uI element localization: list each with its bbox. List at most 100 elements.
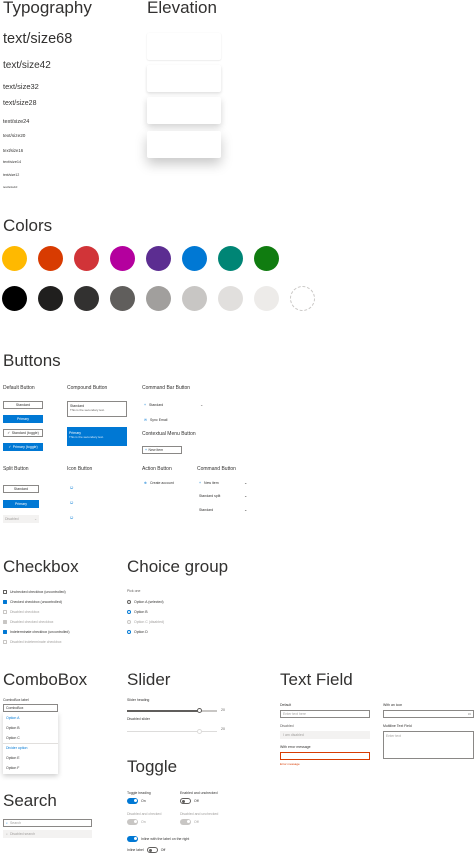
command-bar-item-standard[interactable]: + Standard: [144, 403, 163, 407]
chevron-down-icon[interactable]: ⌄: [244, 480, 247, 485]
chevron-down-icon[interactable]: ⌄: [244, 507, 247, 512]
command-button-split[interactable]: Standard split: [199, 494, 220, 498]
radio-button[interactable]: [127, 630, 131, 634]
contextual-menu-button-title: Contextual Menu Button: [142, 431, 196, 437]
command-button-label: New item: [204, 481, 219, 485]
slider-value: 20: [221, 727, 225, 731]
elevation-card: [147, 97, 221, 124]
checkbox-box[interactable]: [3, 630, 7, 634]
choice-option-label: Option B: [134, 610, 148, 614]
emoji-icon[interactable]: ☺: [69, 485, 74, 491]
search-input[interactable]: Search: [10, 821, 21, 825]
color-swatch: [290, 286, 315, 311]
icon-text-field[interactable]: ▭: [383, 710, 474, 718]
choice-option[interactable]: Option A (selected): [127, 600, 164, 604]
search-box[interactable]: ⌕ Search: [3, 819, 92, 827]
radio-button[interactable]: [127, 600, 131, 604]
toggle-switch[interactable]: [180, 798, 191, 804]
split-primary-button[interactable]: Primary: [3, 500, 39, 508]
toggle-row[interactable]: Inline label Off: [127, 847, 165, 853]
primary-button[interactable]: Primary: [3, 415, 43, 423]
error-text-field[interactable]: [280, 752, 370, 760]
standard-button[interactable]: Standard: [3, 401, 43, 409]
standard-toggle-label: Standard (toggle): [11, 431, 39, 435]
checkbox-box[interactable]: [3, 590, 7, 594]
combobox-option[interactable]: Option C: [6, 736, 20, 740]
toggle-label: Disabled and unchecked: [180, 812, 219, 816]
typography-sample: text/size14: [3, 160, 22, 164]
multiline-text-field[interactable]: Enter text: [383, 731, 474, 759]
combobox-option[interactable]: Option A: [6, 716, 19, 720]
contextual-menu-button[interactable]: + New item: [142, 446, 182, 454]
toggle-knob: [133, 820, 137, 824]
toggle-switch[interactable]: [146, 847, 158, 853]
split-disabled-button: Disabled ⌄: [3, 515, 39, 523]
emoji-icon[interactable]: ☺: [69, 500, 74, 506]
multiline-field-label: Multiline Text Field: [383, 724, 412, 728]
typography-sample: text/size16: [3, 148, 24, 153]
typography-sample: text/size20: [3, 133, 26, 138]
toggle-row[interactable]: On: [127, 798, 146, 804]
compound-primary-button[interactable]: Primary This is the secondary text.: [67, 427, 127, 446]
choice-option[interactable]: Option B: [127, 610, 148, 614]
toggle-row[interactable]: Off: [180, 798, 199, 804]
add-icon: +: [144, 403, 147, 407]
checkbox-box[interactable]: [3, 600, 7, 604]
emoji-icon[interactable]: ☺: [69, 515, 74, 521]
color-swatch: [182, 246, 207, 271]
color-swatch: [74, 246, 99, 271]
checkbox-heading: Checkbox: [3, 557, 79, 576]
combobox-option[interactable]: Option B: [6, 726, 20, 730]
toggle-row[interactable]: Inline with the label on the right: [127, 836, 189, 842]
icon-field-label: With an icon: [383, 703, 403, 707]
combobox-option[interactable]: Option F: [6, 766, 19, 770]
toggle-knob: [133, 799, 137, 803]
command-bar-button-title: Command Bar Button: [142, 385, 191, 391]
toggle-inline-label: Inline label: [127, 847, 144, 852]
compound-standard-button[interactable]: Standard This is the secondary text.: [67, 401, 127, 417]
primary-toggle-button[interactable]: ✓ Primary (toggle): [3, 443, 43, 451]
toggle-switch: [127, 819, 138, 825]
radio-button[interactable]: [127, 610, 131, 614]
slider-track[interactable]: [127, 708, 217, 714]
slider-thumb[interactable]: [196, 708, 202, 714]
combobox-label: ComboBox label: [3, 698, 29, 702]
toggle-knob: [133, 837, 137, 841]
checkbox-box: [3, 620, 7, 624]
toggle-switch[interactable]: [127, 836, 138, 842]
buttons-heading: Buttons: [3, 351, 61, 370]
compound-button-title: Compound Button: [67, 385, 108, 391]
toggle-state-text: On: [141, 798, 146, 803]
checkbox-box: [3, 640, 7, 644]
error-field-label: With error message: [280, 745, 311, 749]
standard-toggle-button[interactable]: ✓ Standard (toggle): [3, 429, 43, 437]
split-standard-button[interactable]: Standard: [3, 485, 39, 493]
combobox-input[interactable]: ComboBox: [3, 704, 58, 712]
command-button-new[interactable]: + New item: [199, 481, 219, 485]
contextual-menu-label: New item: [148, 448, 164, 452]
chevron-down-icon[interactable]: ⌄: [200, 402, 203, 407]
choice-option: Option C (disabled): [127, 620, 164, 624]
toggle-switch[interactable]: [127, 798, 138, 804]
split-button-title: Split Button: [3, 466, 29, 472]
checkbox-item[interactable]: Indeterminate checkbox (uncontrolled): [3, 630, 70, 634]
chevron-down-icon[interactable]: ⌄: [244, 493, 247, 498]
elevation-card: [147, 65, 221, 92]
search-heading: Search: [3, 791, 57, 810]
color-swatch: [218, 246, 243, 271]
disabled-search-input: Disabled search: [9, 832, 36, 836]
choice-option[interactable]: Option D: [127, 630, 148, 634]
typography-sample: text/size42: [3, 60, 51, 71]
checkbox-label: Checked checkbox (uncontrolled): [10, 600, 62, 604]
action-button[interactable]: ⊕ Create account: [144, 481, 174, 485]
radio-button: [127, 620, 131, 624]
combobox-option[interactable]: Option E: [6, 756, 20, 760]
combobox-option[interactable]: Divider option: [6, 746, 27, 750]
command-bar-item-sync[interactable]: ✉ Sync Email: [144, 418, 167, 422]
command-button-standard[interactable]: Standard: [199, 508, 213, 512]
default-text-field[interactable]: Enter text here: [280, 710, 370, 718]
checkbox-item[interactable]: Unchecked checkbox (uncontrolled): [3, 590, 66, 594]
typography-sample: text/size68: [3, 31, 73, 47]
checkbox-item[interactable]: Checked checkbox (uncontrolled): [3, 600, 62, 604]
calendar-icon: ▭: [467, 712, 471, 716]
